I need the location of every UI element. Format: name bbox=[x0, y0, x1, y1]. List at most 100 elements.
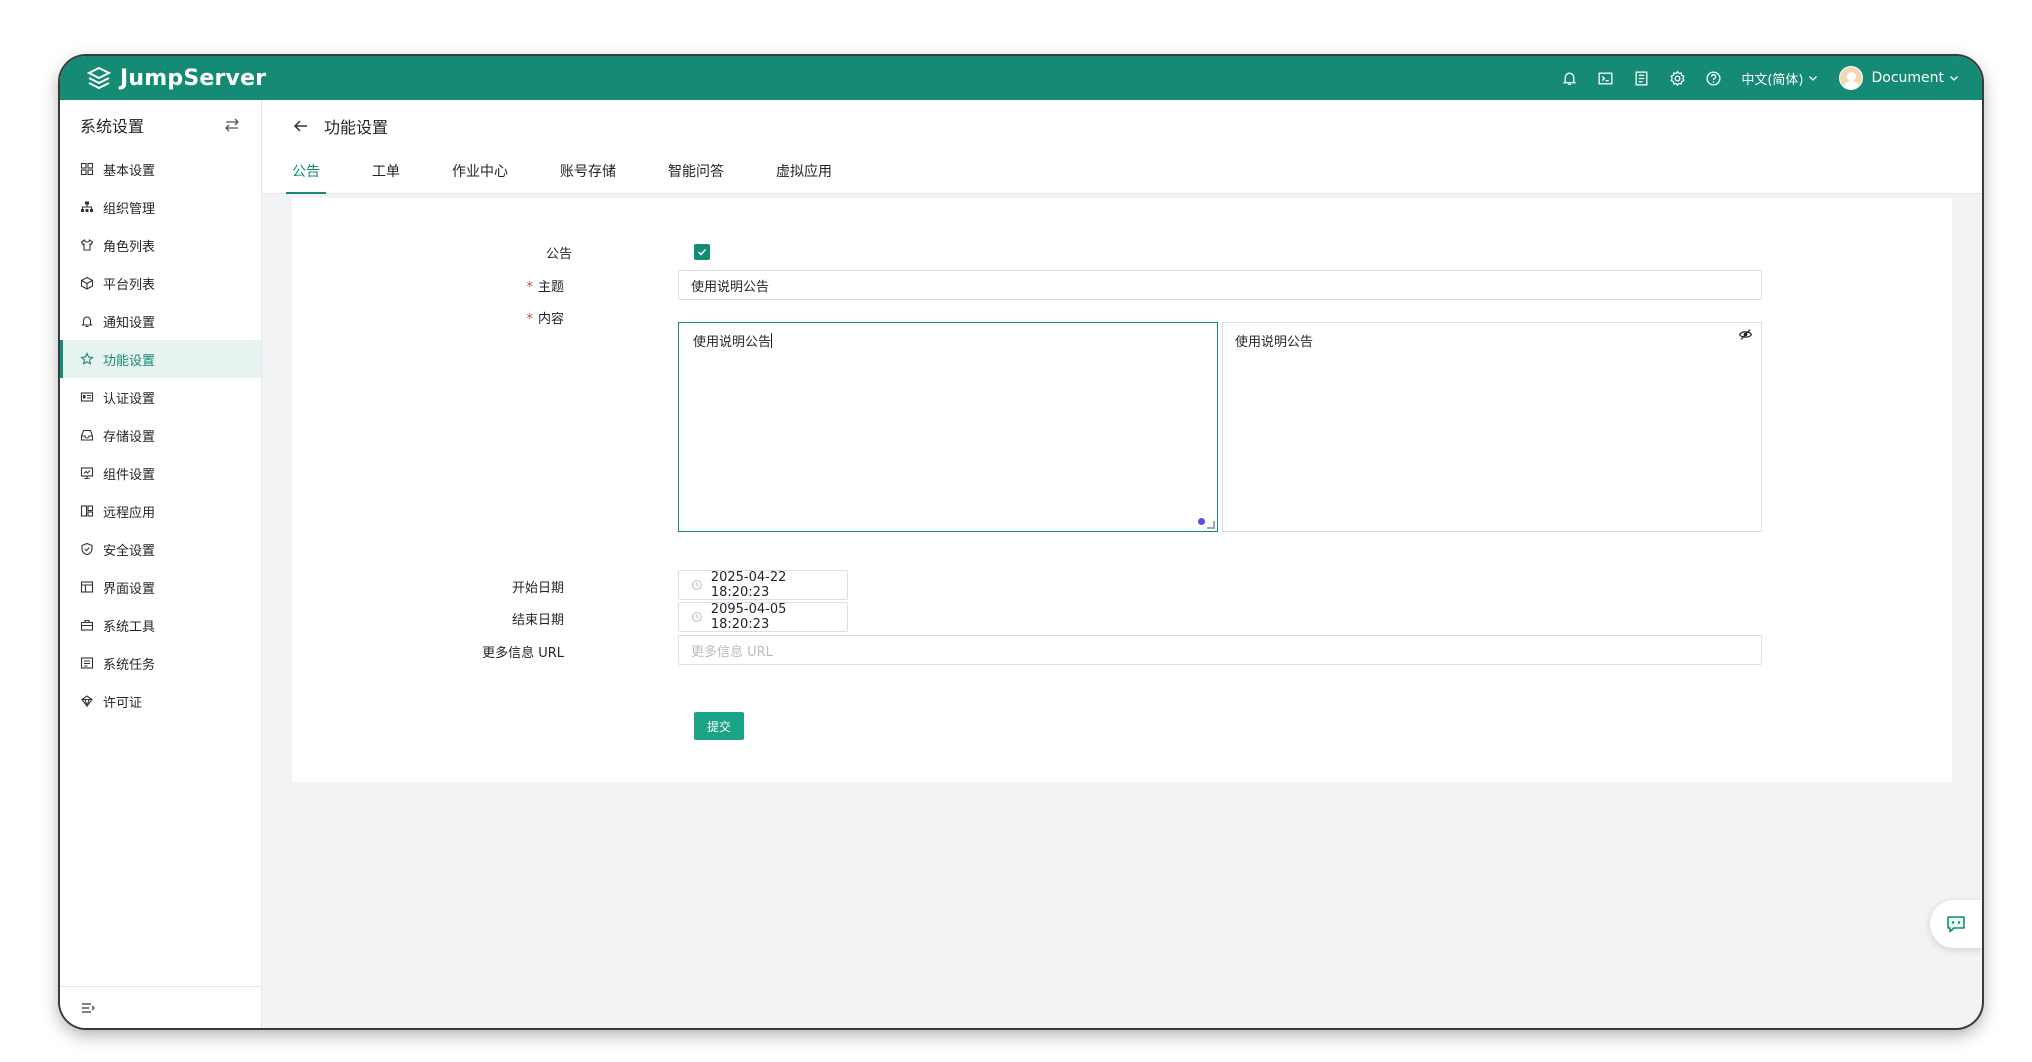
sidebar-item-label: 平台列表 bbox=[103, 277, 156, 293]
user-menu[interactable]: Document bbox=[1839, 66, 1960, 90]
settings-gear-icon[interactable] bbox=[1659, 56, 1695, 100]
sidebar-item-label: 认证设置 bbox=[103, 391, 156, 407]
sidebar-item-platforms[interactable]: 平台列表 bbox=[60, 264, 261, 302]
sidebar-item-label: 通知设置 bbox=[103, 315, 156, 331]
swap-arrows-icon[interactable] bbox=[223, 116, 241, 134]
sidebar-item-label: 界面设置 bbox=[103, 581, 156, 597]
sidebar-item-roles[interactable]: 角色列表 bbox=[60, 226, 261, 264]
grammar-dot-icon bbox=[1198, 518, 1205, 525]
task-icon bbox=[80, 657, 94, 669]
sidebar-item-security[interactable]: 安全设置 bbox=[60, 530, 261, 568]
inbox-icon bbox=[80, 429, 94, 441]
sidebar-item-label: 组件设置 bbox=[103, 467, 156, 483]
chat-bubble-icon bbox=[1947, 916, 1965, 933]
content-editor[interactable]: 使用说明公告 bbox=[678, 322, 1218, 532]
subject-label-text: 主题 bbox=[537, 280, 564, 295]
breadcrumb: 功能设置 bbox=[292, 114, 388, 138]
sidebar-item-label: 安全设置 bbox=[103, 543, 156, 559]
end-date-value: 2095-04-05 18:20:23 bbox=[710, 602, 787, 632]
shirt-icon bbox=[80, 238, 94, 251]
chat-assistant-button[interactable] bbox=[1930, 900, 1982, 948]
sidebar-item-storage[interactable]: 存储设置 bbox=[60, 416, 261, 454]
submit-button[interactable]: 提交 bbox=[694, 712, 744, 740]
sidebar-item-org[interactable]: 组织管理 bbox=[60, 188, 261, 226]
tab-smart-qa[interactable]: 智能问答 bbox=[662, 148, 730, 194]
cube-icon bbox=[80, 276, 94, 290]
tab-virtual-apps[interactable]: 虚拟应用 bbox=[770, 148, 838, 194]
tab-announcement[interactable]: 公告 bbox=[286, 148, 326, 194]
resize-handle[interactable] bbox=[1207, 521, 1215, 529]
sidebar-header: 系统设置 bbox=[60, 100, 261, 150]
sidebar-collapse[interactable] bbox=[60, 986, 262, 1028]
tab-bar: 公告 工单 作业中心 账号存储 智能问答 虚拟应用 bbox=[286, 148, 878, 194]
sidebar-item-label: 系统任务 bbox=[103, 657, 156, 673]
page-header: 功能设置 公告 工单 作业中心 账号存储 智能问答 虚拟应用 bbox=[262, 100, 1982, 194]
tab-account-storage[interactable]: 账号存储 bbox=[554, 148, 622, 194]
start-date-label: 开始日期 bbox=[511, 581, 564, 596]
sidebar-item-label: 存储设置 bbox=[103, 429, 156, 445]
back-arrow-icon[interactable] bbox=[292, 117, 310, 135]
monitor-icon bbox=[80, 467, 94, 480]
bell-icon bbox=[81, 316, 93, 328]
content-preview: 使用说明公告 bbox=[1222, 322, 1762, 532]
start-date-value: 2025-04-22 18:20:23 bbox=[710, 570, 787, 600]
sidebar-item-label: 系统工具 bbox=[103, 619, 156, 635]
app-name: JumpServer bbox=[120, 65, 267, 91]
app-window: JumpServer 中文(简体) Document 系统设置 基本设置 组织管… bbox=[60, 56, 1982, 1028]
more-info-url-input[interactable]: 更多信息 URL bbox=[678, 635, 1762, 665]
sidebar-item-components[interactable]: 组件设置 bbox=[60, 454, 261, 492]
avatar bbox=[1839, 66, 1864, 90]
start-date-picker[interactable]: 2025-04-22 18:20:23 bbox=[678, 570, 848, 600]
eye-off-icon[interactable] bbox=[1738, 327, 1753, 342]
star-icon bbox=[80, 352, 94, 365]
sidebar-item-label: 远程应用 bbox=[103, 505, 156, 521]
terminal-icon[interactable] bbox=[1587, 56, 1623, 100]
user-name: Document bbox=[1871, 70, 1944, 86]
sidebar-item-label: 基本设置 bbox=[103, 163, 156, 179]
clock-icon bbox=[691, 580, 702, 590]
subject-input[interactable]: 使用说明公告 bbox=[678, 270, 1762, 300]
logo[interactable]: JumpServer bbox=[86, 65, 266, 91]
announcement-checkbox[interactable] bbox=[694, 244, 710, 260]
layout-icon bbox=[80, 581, 94, 593]
help-question-icon[interactable] bbox=[1695, 56, 1731, 100]
language-label: 中文(简体) bbox=[1741, 72, 1804, 88]
apps-icon bbox=[80, 505, 94, 517]
language-selector[interactable]: 中文(简体) bbox=[1741, 69, 1819, 88]
sidebar-item-license[interactable]: 许可证 bbox=[60, 682, 261, 720]
clock-icon bbox=[691, 612, 702, 622]
sidebar-item-remote-apps[interactable]: 远程应用 bbox=[60, 492, 261, 530]
end-date-picker[interactable]: 2095-04-05 18:20:23 bbox=[678, 602, 848, 632]
chevron-down-icon bbox=[1809, 76, 1818, 81]
sidebar-item-auth[interactable]: 认证设置 bbox=[60, 378, 261, 416]
org-tree-icon bbox=[81, 201, 93, 212]
top-bar: JumpServer 中文(简体) Document bbox=[60, 56, 1982, 100]
document-list-icon[interactable] bbox=[1623, 56, 1659, 100]
notification-bell-icon[interactable] bbox=[1551, 56, 1587, 100]
sidebar-item-label: 许可证 bbox=[103, 695, 143, 711]
end-date-label: 结束日期 bbox=[511, 613, 564, 628]
url-label: 更多信息 URL bbox=[482, 646, 564, 661]
jumpserver-logo-icon bbox=[86, 66, 112, 90]
sidebar-item-basic[interactable]: 基本设置 bbox=[60, 150, 261, 188]
tab-tickets[interactable]: 工单 bbox=[366, 148, 406, 194]
url-placeholder: 更多信息 URL bbox=[691, 644, 773, 660]
sidebar-item-notifications[interactable]: 通知设置 bbox=[60, 302, 261, 340]
text-caret bbox=[771, 333, 773, 348]
sidebar-item-label: 功能设置 bbox=[103, 353, 156, 369]
preview-text: 使用说明公告 bbox=[1235, 335, 1314, 350]
sidebar: 系统设置 基本设置 组织管理 角色列表 平台列表 通知设置 功能设置 认证设置 … bbox=[60, 100, 262, 1028]
chevron-down-icon bbox=[1950, 76, 1958, 81]
sidebar-menu: 基本设置 组织管理 角色列表 平台列表 通知设置 功能设置 认证设置 存储设置 … bbox=[60, 150, 261, 720]
sidebar-item-label: 角色列表 bbox=[103, 239, 156, 255]
sidebar-item-tools[interactable]: 系统工具 bbox=[60, 606, 261, 644]
announcement-label: 公告 bbox=[545, 247, 572, 262]
tab-job-center[interactable]: 作业中心 bbox=[446, 148, 514, 194]
sidebar-item-features[interactable]: 功能设置 bbox=[60, 340, 261, 378]
check-icon bbox=[697, 248, 707, 256]
subject-label: * 主题 bbox=[424, 276, 564, 295]
page-title: 功能设置 bbox=[324, 118, 389, 137]
sidebar-item-interface[interactable]: 界面设置 bbox=[60, 568, 261, 606]
collapse-menu-icon bbox=[82, 1002, 95, 1013]
sidebar-item-tasks[interactable]: 系统任务 bbox=[60, 644, 261, 682]
